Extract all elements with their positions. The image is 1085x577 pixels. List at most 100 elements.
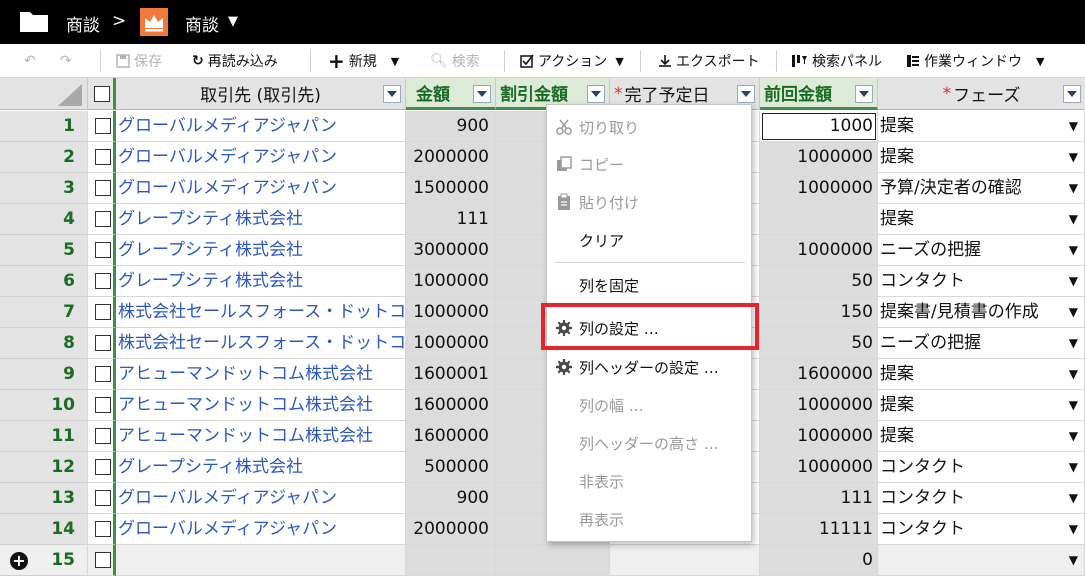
- menu-item-header-height[interactable]: 列ヘッダーの高さ …: [547, 425, 751, 461]
- cell-amount[interactable]: 900: [406, 111, 496, 142]
- cell-phase[interactable]: コンタクト ▼: [878, 514, 1085, 545]
- cell-amount[interactable]: 2000000: [406, 142, 496, 173]
- dropdown-arrow-icon[interactable]: ▼: [1069, 173, 1078, 203]
- row-select-cell[interactable]: [88, 514, 116, 545]
- row-checkbox[interactable]: [95, 242, 111, 258]
- search-panel-button[interactable]: 検索パネル: [792, 44, 882, 78]
- cell-close-date[interactable]: [610, 545, 760, 576]
- table-row[interactable]: 13グローバルメディアジャパン9005111コンタクト▼: [0, 483, 1085, 514]
- select-all-header[interactable]: [88, 78, 116, 110]
- row-checkbox[interactable]: [95, 428, 111, 444]
- row-select-cell[interactable]: [88, 235, 116, 266]
- table-row[interactable]: 12グレープシティ株式会社50000051000000コンタクト▼: [0, 452, 1085, 483]
- row-checkbox[interactable]: [95, 397, 111, 413]
- grid-corner[interactable]: [0, 78, 88, 110]
- cell-amount[interactable]: 500000: [406, 452, 496, 483]
- dropdown-arrow-icon[interactable]: ▼: [1069, 421, 1078, 451]
- chevron-down-icon[interactable]: ▼: [391, 55, 399, 68]
- chevron-down-icon[interactable]: ▼: [1036, 55, 1044, 68]
- cell-phase[interactable]: 提案 ▼: [878, 111, 1085, 142]
- table-row[interactable]: 11アヒューマンドットコム株式会社160000051000000提案▼: [0, 421, 1085, 452]
- cell-discount[interactable]: [496, 545, 610, 576]
- cell-prev-amount[interactable]: 1000000: [760, 421, 878, 452]
- dropdown-arrow-icon[interactable]: ▼: [1069, 390, 1078, 420]
- row-checkbox[interactable]: [95, 521, 111, 537]
- cell-prev-amount[interactable]: 50: [760, 266, 878, 297]
- cell-prev-amount[interactable]: 0: [760, 545, 878, 576]
- cell-account[interactable]: グレープシティ株式会社: [116, 204, 406, 235]
- cell-phase[interactable]: コンタクト ▼: [878, 452, 1085, 483]
- row-checkbox[interactable]: [95, 335, 111, 351]
- menu-item-paste[interactable]: 貼り付け: [547, 184, 751, 220]
- cell-prev-amount[interactable]: 111: [760, 483, 878, 514]
- row-select-cell[interactable]: [88, 142, 116, 173]
- menu-item-copy[interactable]: コピー: [547, 146, 751, 182]
- filter-dropdown-icon[interactable]: [473, 85, 491, 103]
- work-window-button[interactable]: 作業ウィンドウ ▼: [906, 44, 1044, 78]
- row-checkbox[interactable]: [95, 366, 111, 382]
- cell-amount[interactable]: 2000000: [406, 514, 496, 545]
- dropdown-arrow-icon[interactable]: ▼: [1069, 452, 1078, 482]
- search-button[interactable]: 🔍︎ 検索: [430, 44, 480, 78]
- cell-phase[interactable]: コンタクト ▼: [878, 266, 1085, 297]
- cell-amount[interactable]: 111: [406, 204, 496, 235]
- row-number[interactable]: 7: [0, 297, 88, 328]
- row-select-cell[interactable]: [88, 421, 116, 452]
- dropdown-arrow-icon[interactable]: ▼: [1069, 483, 1078, 513]
- action-button[interactable]: アクション ▼: [520, 44, 624, 78]
- cell-amount[interactable]: 1000000: [406, 266, 496, 297]
- cell-phase[interactable]: 提案書/見積書の作成 ▼: [878, 297, 1085, 328]
- row-number[interactable]: 5: [0, 235, 88, 266]
- cell-prev-amount[interactable]: 1000000: [760, 235, 878, 266]
- filter-dropdown-icon[interactable]: [587, 85, 605, 103]
- menu-item-cut[interactable]: 切り取り: [547, 109, 751, 145]
- row-checkbox[interactable]: [95, 304, 111, 320]
- dropdown-arrow-icon[interactable]: ▼: [1069, 328, 1078, 358]
- cell-account[interactable]: アヒューマンドットコム株式会社: [116, 421, 406, 452]
- cell-account[interactable]: アヒューマンドットコム株式会社: [116, 359, 406, 390]
- cell-phase[interactable]: ニーズの把握 ▼: [878, 328, 1085, 359]
- filter-dropdown-icon[interactable]: [737, 85, 755, 103]
- cell-phase[interactable]: 提案 ▼: [878, 421, 1085, 452]
- select-all-checkbox[interactable]: [94, 86, 110, 102]
- row-number[interactable]: 13: [0, 483, 88, 514]
- cell-account[interactable]: グローバルメディアジャパン: [116, 142, 406, 173]
- cell-account[interactable]: グレープシティ株式会社: [116, 266, 406, 297]
- cell-amount[interactable]: 1000000: [406, 328, 496, 359]
- table-row[interactable]: 3グローバルメディアジャパン150000011000000予算/決定者の確認▼: [0, 173, 1085, 204]
- table-row[interactable]: 9アヒューマンドットコム株式会社160000151600000提案▼: [0, 359, 1085, 390]
- cell-account[interactable]: グレープシティ株式会社: [116, 452, 406, 483]
- cell-account[interactable]: アヒューマンドットコム株式会社: [116, 390, 406, 421]
- cell-phase[interactable]: 提案 ▼: [878, 142, 1085, 173]
- caret-down-icon[interactable]: ▼: [228, 14, 238, 29]
- header-account[interactable]: 取引先 (取引先): [116, 78, 406, 110]
- row-checkbox[interactable]: [95, 459, 111, 475]
- row-select-cell[interactable]: [88, 111, 116, 142]
- cell-prev-amount[interactable]: 1000000: [760, 173, 878, 204]
- row-select-cell[interactable]: [88, 483, 116, 514]
- table-row[interactable]: 14グローバルメディアジャパン2000000511111コンタクト▼: [0, 514, 1085, 545]
- menu-item-freeze[interactable]: 列を固定: [547, 267, 751, 303]
- cell-amount[interactable]: 1500000: [406, 173, 496, 204]
- table-row[interactable]: 4グレープシティ株式会社11141提案▼: [0, 204, 1085, 235]
- cell-amount[interactable]: 1600001: [406, 359, 496, 390]
- row-number[interactable]: 14: [0, 514, 88, 545]
- cell-prev-amount[interactable]: 1000: [760, 111, 878, 142]
- cell-prev-amount[interactable]: 50: [760, 328, 878, 359]
- header-prev-amount[interactable]: 前回金額: [760, 78, 878, 110]
- export-button[interactable]: エクスポート: [658, 44, 760, 78]
- cell-amount[interactable]: [406, 545, 496, 576]
- row-select-cell[interactable]: [88, 173, 116, 204]
- filter-dropdown-icon[interactable]: [383, 85, 401, 103]
- row-number[interactable]: 10: [0, 390, 88, 421]
- cell-account[interactable]: グレープシティ株式会社: [116, 235, 406, 266]
- row-select-cell[interactable]: [88, 266, 116, 297]
- row-checkbox[interactable]: [95, 552, 111, 568]
- filter-dropdown-icon[interactable]: [855, 85, 873, 103]
- menu-item-column-width[interactable]: 列の幅 …: [547, 387, 751, 423]
- row-select-cell[interactable]: [88, 390, 116, 421]
- cell-amount[interactable]: 1600000: [406, 421, 496, 452]
- menu-item-hide[interactable]: 非表示: [547, 463, 751, 499]
- cell-prev-amount[interactable]: 150: [760, 297, 878, 328]
- breadcrumb-current[interactable]: 商談: [185, 11, 219, 36]
